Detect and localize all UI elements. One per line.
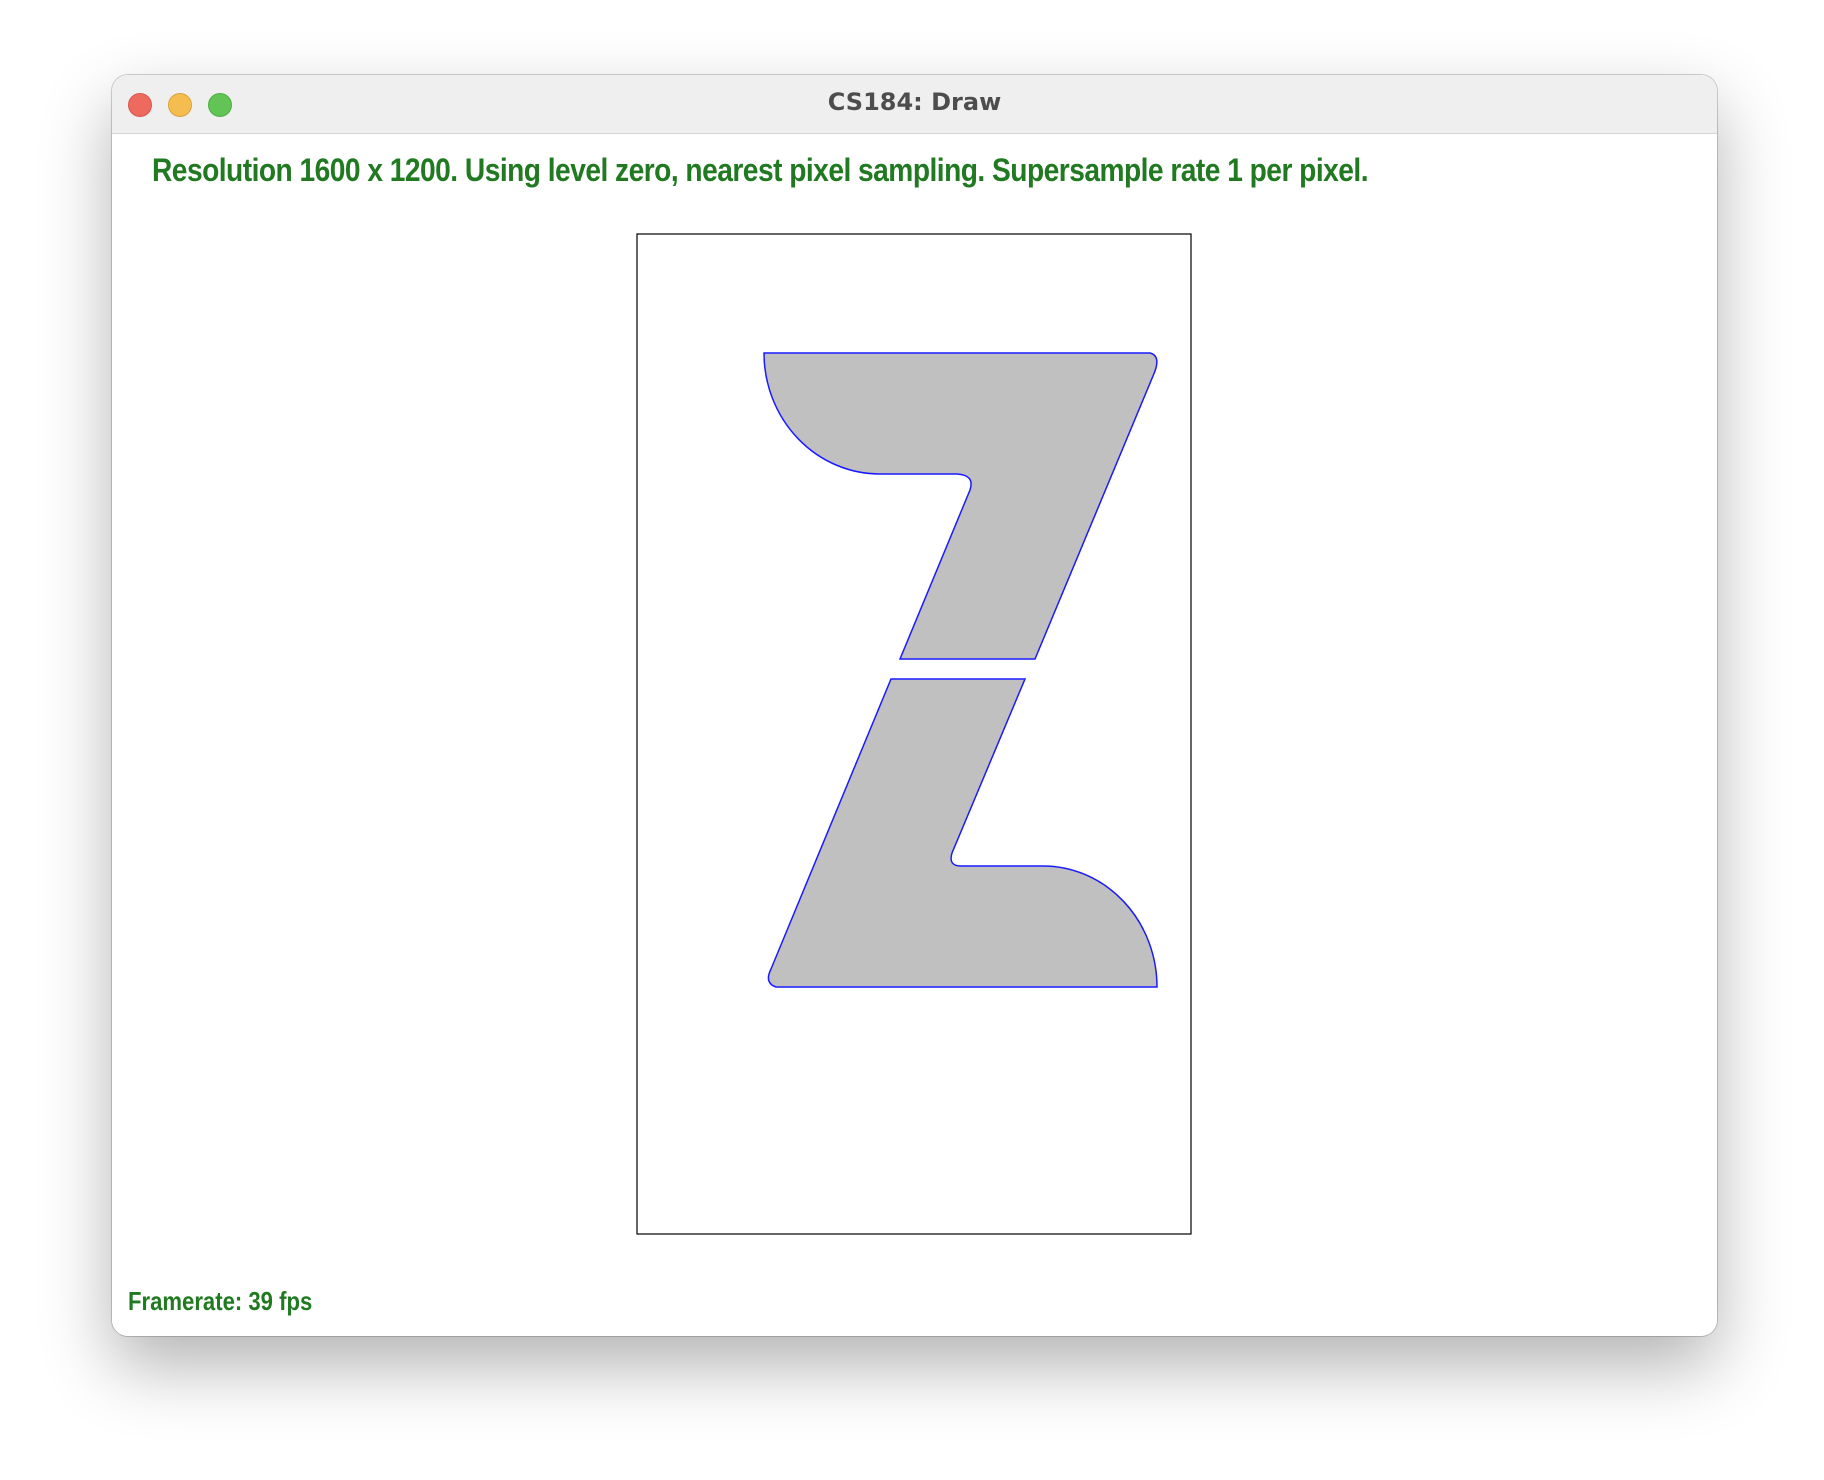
render-canvas[interactable] <box>112 134 1717 1336</box>
title-bar[interactable]: CS184: Draw <box>112 75 1717 134</box>
app-window: CS184: Draw Resolution 1600 x 1200. Usin… <box>112 75 1717 1336</box>
draw-canvas-area[interactable]: Resolution 1600 x 1200. Using level zero… <box>112 134 1717 1336</box>
render-info-text: Resolution 1600 x 1200. Using level zero… <box>152 152 1369 188</box>
framerate-text: Framerate: 39 fps <box>128 1286 313 1316</box>
window-title: CS184: Draw <box>827 88 1002 116</box>
